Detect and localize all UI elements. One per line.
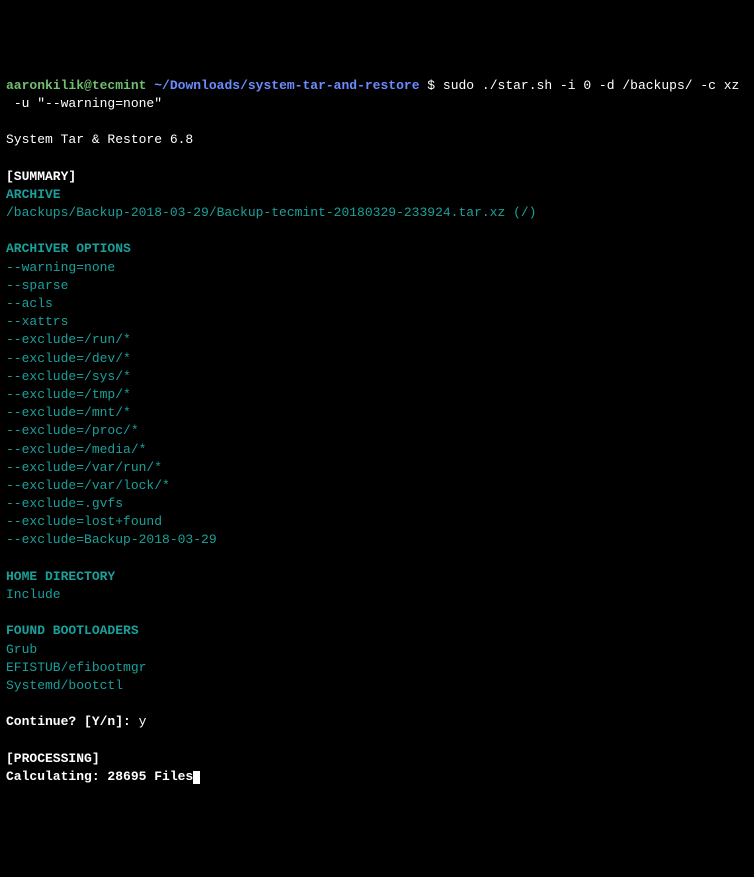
archiver-options-label: ARCHIVER OPTIONS [6,240,748,258]
archiver-option: --exclude=/tmp/* [6,386,748,404]
bootloaders-label: FOUND BOOTLOADERS [6,622,748,640]
continue-prompt-line: Continue? [Y/n]: y [6,713,748,731]
archiver-option: --exclude=/run/* [6,331,748,349]
home-dir-value: Include [6,586,748,604]
archiver-option: --exclude=/dev/* [6,350,748,368]
archiver-option: --warning=none [6,259,748,277]
archiver-options-list: --warning=none--sparse--acls--xattrs--ex… [6,259,748,550]
bootloader-item: Systemd/bootctl [6,677,748,695]
command-text: sudo ./star.sh -i 0 -d /backups/ -c xz [443,78,739,93]
archiver-option: --exclude=/var/run/* [6,459,748,477]
archiver-option: --xattrs [6,313,748,331]
archive-path: /backups/Backup-2018-03-29/Backup-tecmin… [6,204,748,222]
prompt-continuation: -u "--warning=none" [6,95,748,113]
blank-line [6,604,748,622]
processing-status-line: Calculating: 28695 Files [6,768,748,786]
summary-header: [SUMMARY] [6,168,748,186]
cursor-block [193,771,200,784]
prompt-line: aaronkilik@tecmint ~/Downloads/system-ta… [6,77,748,95]
archiver-option: --exclude=/mnt/* [6,404,748,422]
processing-header: [PROCESSING] [6,750,748,768]
blank-line [6,732,748,750]
blank-line [6,222,748,240]
bootloaders-list: GrubEFISTUB/efibootmgrSystemd/bootctl [6,641,748,696]
archiver-option: --exclude=/var/lock/* [6,477,748,495]
bootloader-item: Grub [6,641,748,659]
archiver-option: --sparse [6,277,748,295]
cwd-path: ~/Downloads/system-tar-and-restore [154,78,419,93]
terminal-output[interactable]: aaronkilik@tecmint ~/Downloads/system-ta… [6,77,748,786]
app-title: System Tar & Restore 6.8 [6,131,748,149]
archiver-option: --exclude=/media/* [6,441,748,459]
archiver-option: --exclude=lost+found [6,513,748,531]
user-host: aaronkilik@tecmint [6,78,146,93]
archive-label: ARCHIVE [6,186,748,204]
blank-line [6,150,748,168]
continue-answer: y [139,714,147,729]
archiver-option: --acls [6,295,748,313]
blank-line [6,113,748,131]
archiver-option: --exclude=/sys/* [6,368,748,386]
blank-line [6,550,748,568]
bootloader-item: EFISTUB/efibootmgr [6,659,748,677]
processing-status: Calculating: 28695 Files [6,769,193,784]
home-dir-label: HOME DIRECTORY [6,568,748,586]
archiver-option: --exclude=/proc/* [6,422,748,440]
continue-prompt: Continue? [Y/n]: [6,714,139,729]
archiver-option: --exclude=Backup-2018-03-29 [6,531,748,549]
archiver-option: --exclude=.gvfs [6,495,748,513]
blank-line [6,695,748,713]
